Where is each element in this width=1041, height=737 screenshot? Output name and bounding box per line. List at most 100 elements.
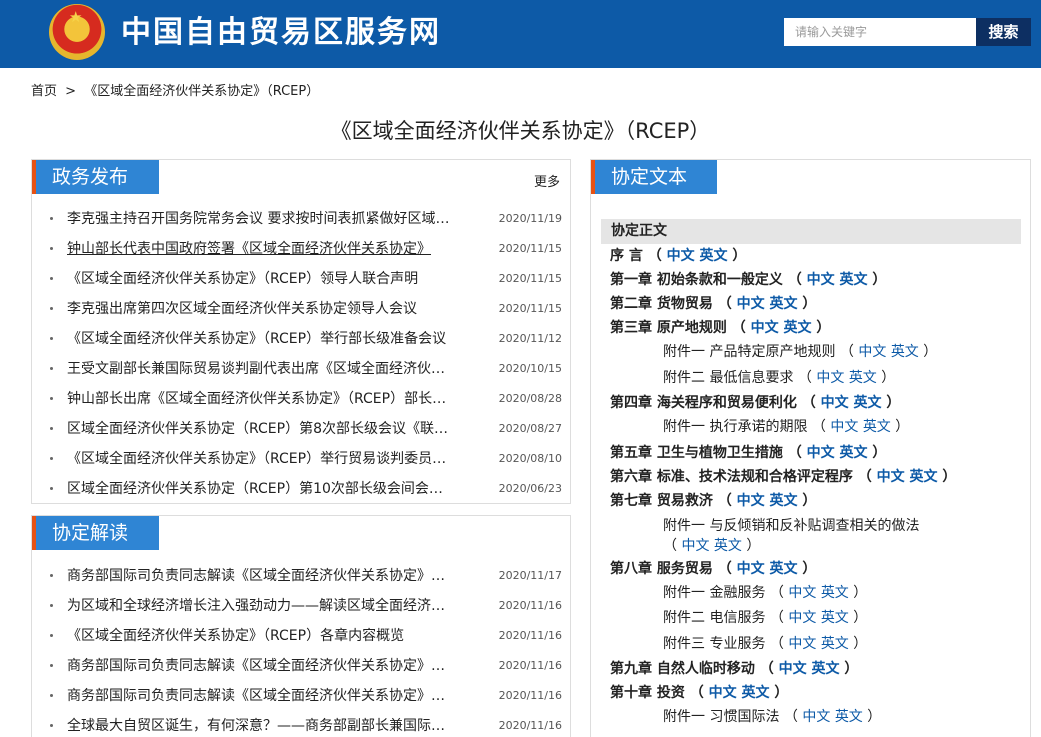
chinese-link[interactable]: 中文 [737,561,765,577]
text-panel-tab[interactable]: 协定文本 [591,160,717,194]
english-link[interactable]: 英文 [821,636,849,652]
news-link[interactable]: 钟山部长出席《区域全面经济伙伴关系协定》（RCEP）部长级会议 [67,384,450,414]
bullet-icon [50,634,53,637]
news-link[interactable]: 商务部国际司负责同志解读《区域全面经济伙伴关系协定》之三 [67,681,450,711]
news-link[interactable]: 《区域全面经济伙伴关系协定》（RCEP）领导人联合声明 [67,264,450,294]
english-link[interactable]: 英文 [784,320,812,336]
english-link[interactable]: 英文 [891,344,919,360]
chinese-link[interactable]: 中文 [681,538,709,554]
news-link[interactable]: 《区域全面经济伙伴关系协定》（RCEP）举行贸易谈判委员会会议 [67,444,450,474]
english-link[interactable]: 英文 [770,296,798,312]
news-link[interactable]: 为区域和全球经济增长注入强劲动力——解读区域全面经济伙伴关系协定 [67,591,450,621]
news-link[interactable]: 《区域全面经济伙伴关系协定》（RCEP）举行部长级准备会议 [67,324,450,354]
news-link[interactable]: 区域全面经济伙伴关系协定（RCEP）第10次部长级会间会联合新闻稿 [67,474,450,503]
chinese-link[interactable]: 中文 [737,493,765,509]
news-link[interactable]: 《区域全面经济伙伴关系协定》（RCEP）各章内容概览 [67,621,450,651]
row-label: 序 言 [610,248,643,264]
row-label: 附件一 金融服务 [663,584,766,601]
close-paren: ） [853,584,868,601]
english-link[interactable]: 英文 [770,493,798,509]
english-link[interactable]: 英文 [835,709,863,725]
close-paren: ） [895,419,910,435]
english-link[interactable]: 英文 [700,248,728,264]
interpret-list: 商务部国际司负责同志解读《区域全面经济伙伴关系协定》之一 2020/11/17 为区… [50,561,562,737]
news-date: 2020/11/16 [498,689,562,702]
chinese-link[interactable]: 中文 [802,709,830,725]
news-link[interactable]: 王受文副部长兼国际贸易谈判副代表出席《区域全面经济伙伴关系协定》 [67,354,450,384]
close-paren: ） [802,492,817,509]
chinese-link[interactable]: 中文 [807,445,835,461]
chinese-link[interactable]: 中文 [788,610,816,626]
chinese-link[interactable]: 中文 [667,248,695,264]
chapter-row: 第三章 原产地规则 （ 中文 英文 ） [610,316,1030,340]
english-link[interactable]: 英文 [854,395,882,411]
news-link[interactable]: 钟山部长代表中国政府签署《区域全面经济伙伴关系协定》 [67,234,450,264]
chinese-link[interactable]: 中文 [816,370,844,386]
news-panel: 政务发布 更多 李克强主持召开国务院常务会议 要求按时间表抓紧做好区域全面经济伙… [31,159,571,504]
chinese-link[interactable]: 中文 [877,469,905,485]
row-label: 第八章 服务贸易 [610,560,713,577]
chinese-link[interactable]: 中文 [807,272,835,288]
chinese-link[interactable]: 中文 [779,661,807,677]
news-link[interactable]: 李克强主持召开国务院常务会议 要求按时间表抓紧做好区域全面经济伙伴关系协定生效实… [67,204,450,234]
breadcrumb-current: 《区域全面经济伙伴关系协定》（RCEP） [84,84,320,99]
bullet-icon [50,487,53,490]
list-item: 钟山部长代表中国政府签署《区域全面经济伙伴关系协定》 2020/11/15 [50,234,562,264]
chapter-row: 第五章 卫生与植物卫生措施 （ 中文 英文 ） [610,441,1030,465]
bullet-icon [50,217,53,220]
news-date: 2020/11/15 [498,272,562,285]
interpret-panel-tab[interactable]: 协定解读 [32,516,159,550]
open-paren: （ [717,296,732,312]
news-panel-tab[interactable]: 政务发布 [32,160,159,194]
english-link[interactable]: 英文 [910,469,938,485]
open-paren: （ [769,610,784,626]
english-link[interactable]: 英文 [849,370,877,386]
chapter-row: 第九章 自然人临时移动 （ 中文 英文 ） [610,657,1030,681]
text-panel: 协定文本 协定正文 序 言 （ 中文 英文 ）第一章 初始条款和一般定义 （ 中… [590,159,1031,737]
close-paren: ） [816,320,831,336]
bullet-icon [50,337,53,340]
site-title[interactable]: 中国自由贸易区服务网 [121,15,441,51]
search-input[interactable] [784,18,976,46]
open-paren: （ [811,419,826,435]
news-date: 2020/08/27 [498,422,562,435]
chinese-link[interactable]: 中文 [709,685,737,701]
news-link[interactable]: 商务部国际司负责同志解读《区域全面经济伙伴关系协定》之一 [67,561,450,591]
close-paren: ） [746,537,761,554]
page-title: 《区域全面经济伙伴关系协定》（RCEP） [330,119,711,143]
row-label: 第二章 货物贸易 [610,296,713,312]
english-link[interactable]: 英文 [840,272,868,288]
chinese-link[interactable]: 中文 [788,585,816,601]
english-link[interactable]: 英文 [821,610,849,626]
more-link[interactable]: 更多 [534,171,560,190]
row-label: 第五章 卫生与植物卫生措施 [610,444,783,461]
english-link[interactable]: 英文 [821,585,849,601]
news-link[interactable]: 全球最大自贸区诞生，有何深意？——商务部副部长兼国际贸易谈判副代表 [67,711,450,737]
chinese-link[interactable]: 中文 [821,395,849,411]
english-link[interactable]: 英文 [770,561,798,577]
bullet-icon [50,664,53,667]
bullet-icon [50,307,53,310]
list-item: 《区域全面经济伙伴关系协定》（RCEP）举行贸易谈判委员会会议 2020/08/1… [50,444,562,474]
list-item: 王受文副部长兼国际贸易谈判副代表出席《区域全面经济伙伴关系协定》 2020/10/… [50,354,562,384]
open-paren: （ [663,537,677,554]
news-link[interactable]: 李克强出席第四次区域全面经济伙伴关系协定领导人会议 [67,294,450,324]
news-link[interactable]: 商务部国际司负责同志解读《区域全面经济伙伴关系协定》之二 [67,651,450,681]
english-link[interactable]: 英文 [863,419,891,435]
search-button[interactable]: 搜索 [976,18,1031,46]
chinese-link[interactable]: 中文 [858,344,886,360]
list-item: 商务部国际司负责同志解读《区域全面经济伙伴关系协定》之三 2020/11/16 [50,681,562,711]
chinese-link[interactable]: 中文 [751,320,779,336]
english-link[interactable]: 英文 [840,445,868,461]
english-link[interactable]: 英文 [812,661,840,677]
chinese-link[interactable]: 中文 [788,636,816,652]
breadcrumb-separator: > [65,84,77,99]
english-link[interactable]: 英文 [742,685,770,701]
open-paren: （ [717,492,732,509]
news-link[interactable]: 区域全面经济伙伴关系协定（RCEP）第8次部长级会议《联合声明》 [67,414,450,444]
english-link[interactable]: 英文 [714,538,742,554]
chinese-link[interactable]: 中文 [830,419,858,435]
close-paren: ） [872,272,887,288]
chinese-link[interactable]: 中文 [737,296,765,312]
breadcrumb-home-link[interactable]: 首页 [31,84,57,99]
